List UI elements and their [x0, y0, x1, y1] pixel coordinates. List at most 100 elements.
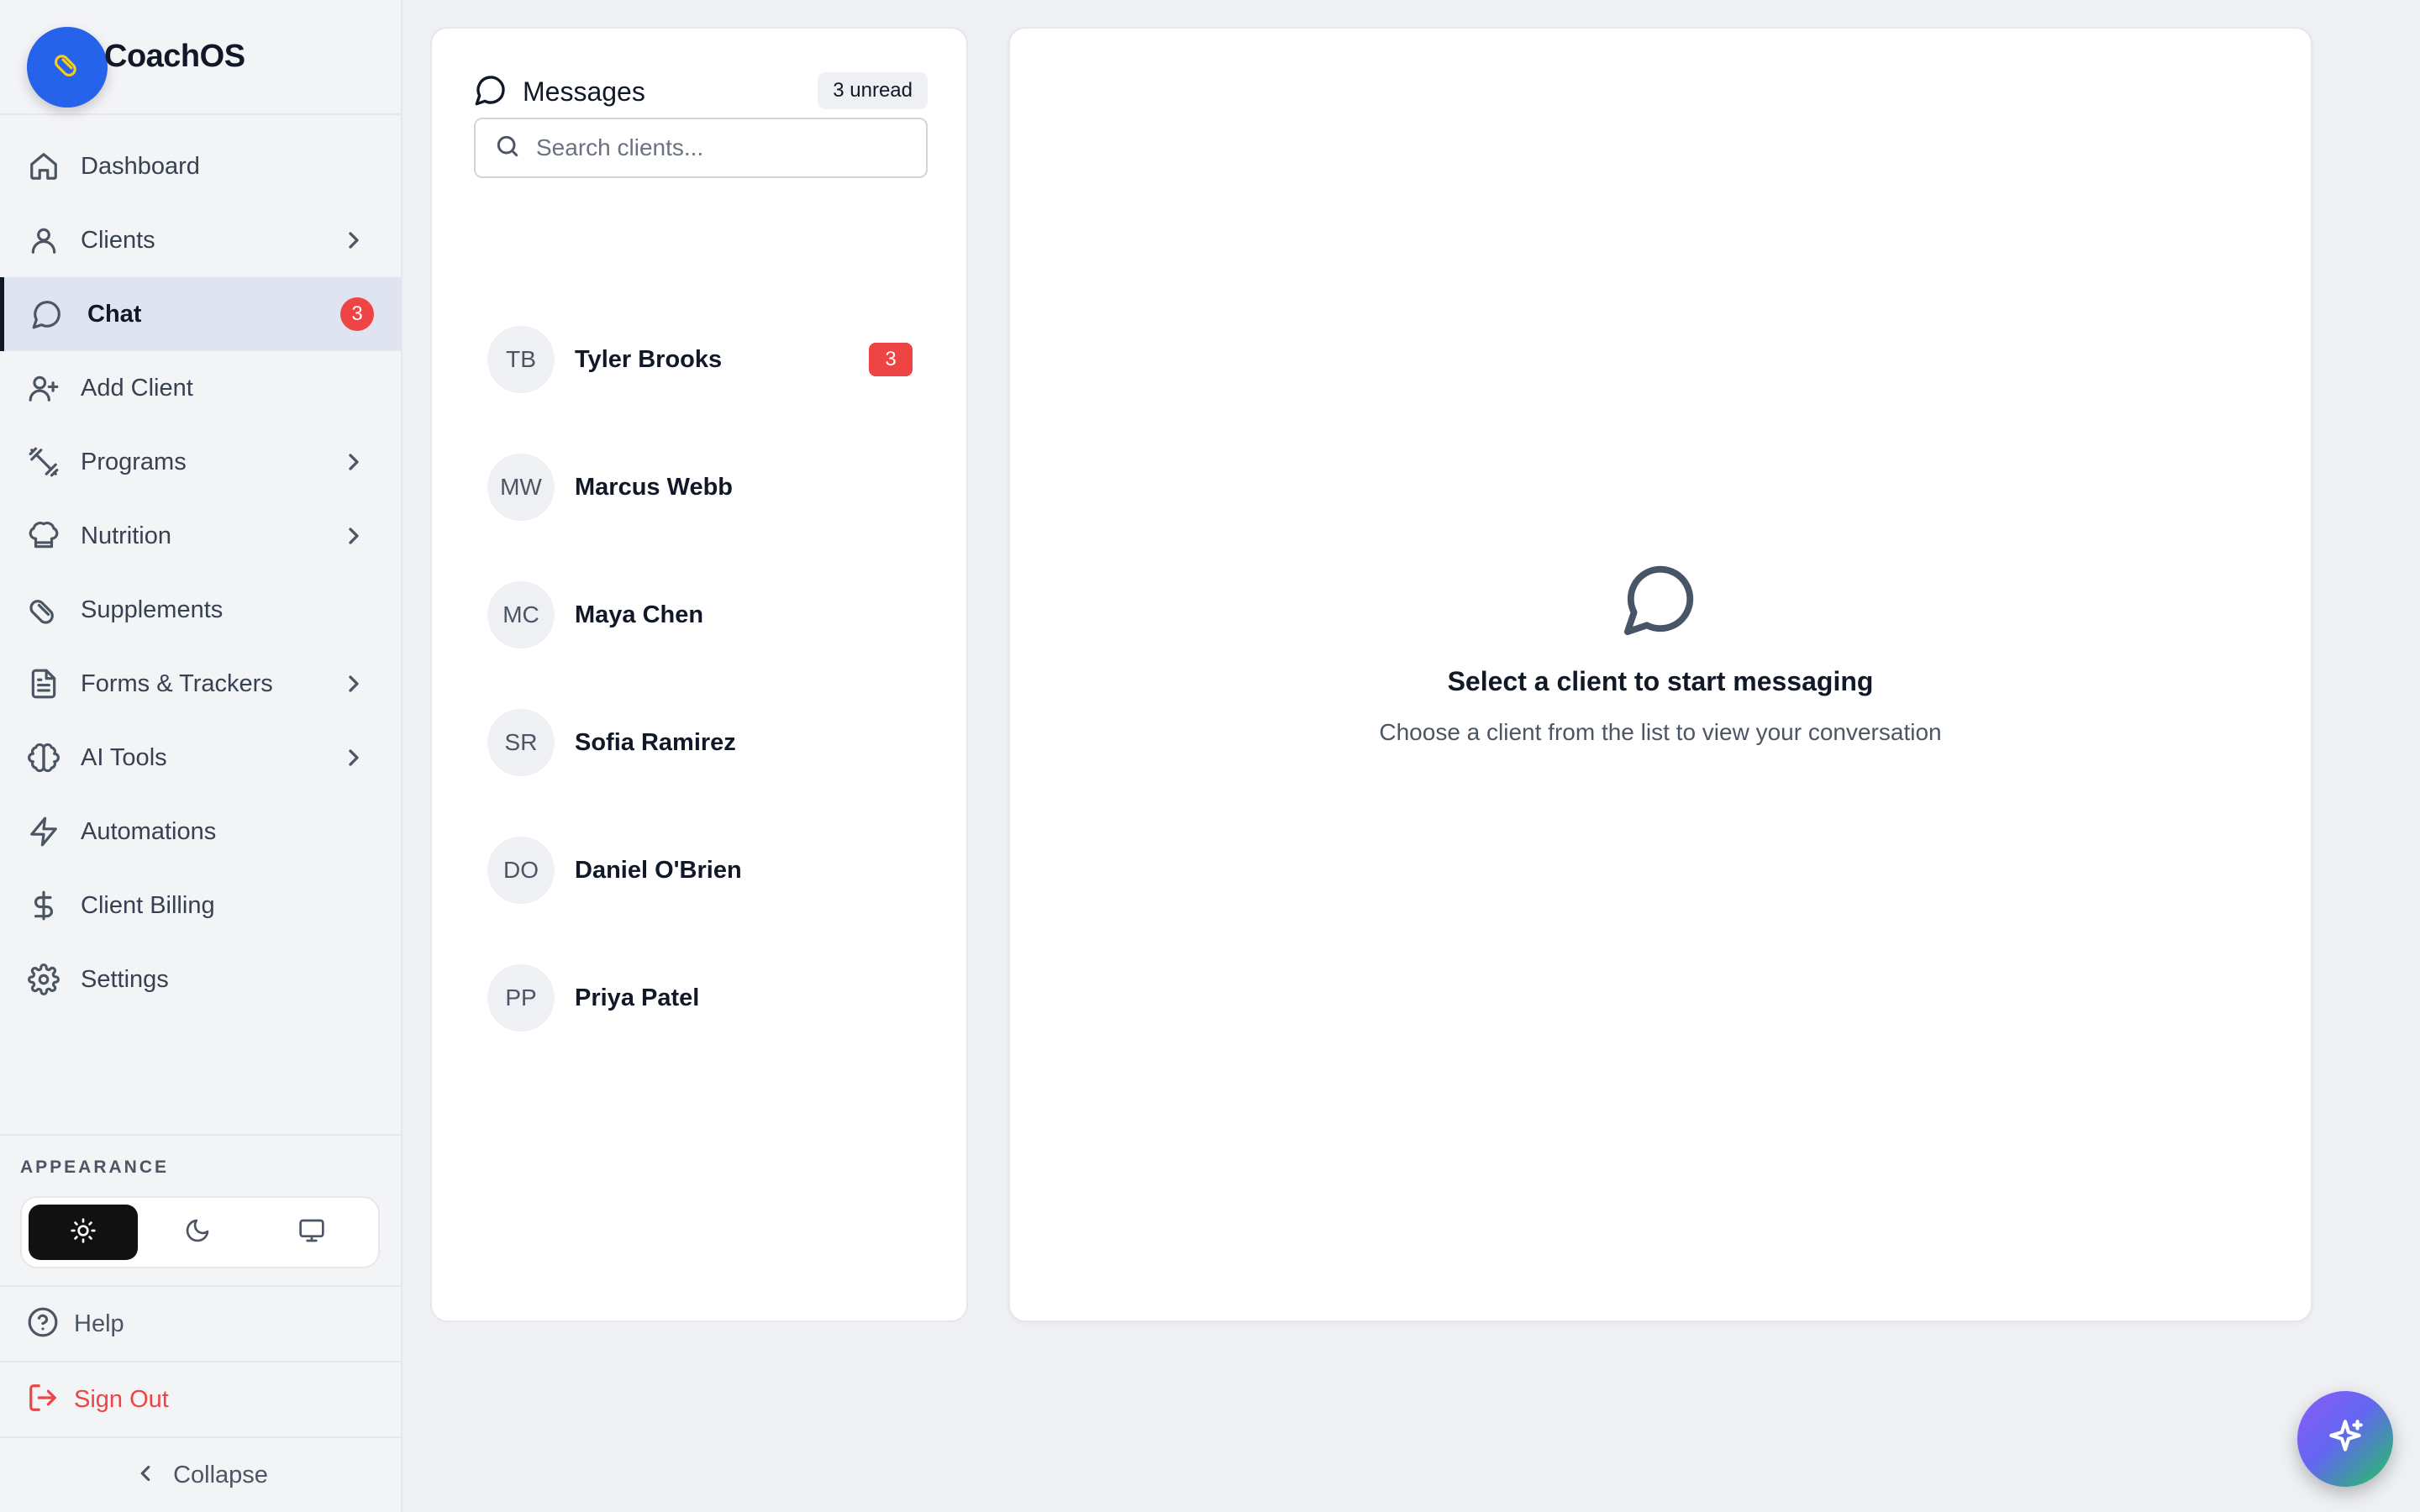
nav-item-label: Dashboard: [81, 152, 200, 180]
dollar-icon: [27, 889, 60, 922]
nav-item-label: Supplements: [81, 596, 224, 623]
search-input[interactable]: [536, 134, 906, 161]
avatar: SR: [487, 709, 555, 776]
messages-header: Messages 3 unread: [474, 71, 928, 113]
nav-item-label: Clients: [81, 226, 155, 254]
client-name: Tyler Brooks: [575, 345, 723, 373]
nav-item-label: Automations: [81, 817, 217, 845]
nav-item-label: Nutrition: [81, 522, 171, 549]
brain-icon: [27, 741, 60, 774]
avatar: TB: [487, 326, 555, 393]
client-name: Sofia Ramirez: [575, 728, 736, 756]
nav-item-automations[interactable]: Automations: [0, 795, 401, 869]
help-circle-icon: [27, 1306, 59, 1342]
user-plus-icon: [27, 371, 60, 405]
client-search: [474, 118, 928, 178]
client-name: Maya Chen: [575, 601, 704, 628]
nav-item-dashboard[interactable]: Dashboard: [0, 129, 401, 203]
ai-assistant-button[interactable]: [2297, 1391, 2393, 1487]
chevron-right-icon: [340, 744, 367, 771]
nav-item-forms-trackers[interactable]: Forms & Trackers: [0, 647, 401, 721]
sign-out-button[interactable]: Sign Out: [0, 1361, 401, 1436]
empty-state: Select a client to start messaging Choos…: [1010, 559, 2311, 746]
client-name: Priya Patel: [575, 984, 700, 1011]
chevron-right-icon: [340, 449, 367, 475]
avatar: MC: [487, 581, 555, 648]
nav-item-supplements[interactable]: Supplements: [0, 573, 401, 647]
sign-out-label: Sign Out: [74, 1385, 169, 1413]
avatar: PP: [487, 964, 555, 1032]
theme-light-button[interactable]: [29, 1205, 138, 1260]
logout-icon: [27, 1382, 59, 1418]
nav-item-nutrition[interactable]: Nutrition: [0, 499, 401, 573]
chat-icon: [1010, 559, 2311, 643]
client-row-maya-chen[interactable]: MC Maya Chen: [432, 551, 966, 679]
empty-state-subtitle: Choose a client from the list to view yo…: [1379, 719, 1942, 745]
lightning-icon: [27, 815, 60, 848]
document-icon: [27, 667, 60, 701]
client-row-sofia-ramirez[interactable]: SR Sofia Ramirez: [432, 679, 966, 806]
nav-item-programs[interactable]: Programs: [0, 425, 401, 499]
collapse-label: Collapse: [173, 1461, 268, 1488]
nav-item-label: Client Billing: [81, 891, 215, 919]
nav-item-clients[interactable]: Clients: [0, 203, 401, 277]
nav-item-settings[interactable]: Settings: [0, 942, 401, 1016]
avatar: DO: [487, 837, 555, 904]
nav-item-chat[interactable]: Chat 3: [0, 277, 401, 351]
unread-count-badge: 3 unread: [818, 72, 928, 109]
pill-icon: [27, 593, 60, 627]
client-name: Daniel O'Brien: [575, 856, 742, 884]
main-nav: Dashboard Clients Chat 3 Add Client Prog…: [0, 129, 401, 1016]
client-name: Marcus Webb: [575, 473, 734, 501]
theme-switcher: [20, 1196, 380, 1268]
client-row-daniel-obrien[interactable]: DO Daniel O'Brien: [432, 806, 966, 934]
nav-item-label: Chat: [87, 300, 142, 328]
chef-hat-icon: [27, 519, 60, 553]
avatar: MW: [487, 454, 555, 521]
messages-panel: Messages 3 unread TB Tyler Brooks 3 MW M…: [430, 27, 968, 1322]
nav-item-label: Forms & Trackers: [81, 669, 273, 697]
chat-unread-badge: 3: [340, 297, 374, 331]
nav-item-label: Settings: [81, 965, 169, 993]
moon-icon: [184, 1217, 211, 1248]
client-unread-badge: 3: [869, 343, 913, 376]
client-row-tyler-brooks[interactable]: TB Tyler Brooks 3: [432, 296, 966, 423]
dumbbell-icon: [27, 445, 60, 479]
sparkle-icon: [2324, 1416, 2366, 1462]
brand-name: CoachOS: [104, 39, 245, 74]
nav-item-ai-tools[interactable]: AI Tools: [0, 721, 401, 795]
help-link[interactable]: Help: [0, 1285, 401, 1361]
chevron-right-icon: [340, 227, 367, 254]
empty-state-title: Select a client to start messaging: [1447, 666, 1874, 696]
nav-item-label: Add Client: [81, 374, 193, 402]
client-list: TB Tyler Brooks 3 MW Marcus Webb MC Maya…: [432, 296, 966, 1062]
client-row-priya-patel[interactable]: PP Priya Patel: [432, 934, 966, 1062]
chat-icon: [30, 297, 64, 331]
monitor-icon: [298, 1217, 325, 1248]
nav-item-client-billing[interactable]: Client Billing: [0, 869, 401, 942]
nav-item-add-client[interactable]: Add Client: [0, 351, 401, 425]
home-icon: [27, 150, 60, 183]
nav-item-label: AI Tools: [81, 743, 167, 771]
sidebar: CoachOS Dashboard Clients Chat 3 Add Cli…: [0, 0, 402, 1512]
chevron-left-icon: [133, 1461, 158, 1490]
user-icon: [27, 223, 60, 257]
messages-title: Messages: [523, 76, 645, 107]
appearance-title: APPEARANCE: [20, 1158, 170, 1177]
collapse-sidebar-button[interactable]: Collapse: [0, 1436, 401, 1512]
gear-icon: [27, 963, 60, 996]
pill-icon: [53, 50, 82, 85]
client-row-marcus-webb[interactable]: MW Marcus Webb: [432, 423, 966, 551]
conversation-panel: Select a client to start messaging Choos…: [1008, 27, 2312, 1322]
nav-item-label: Programs: [81, 448, 187, 475]
brand-logo[interactable]: [27, 27, 108, 108]
chevron-right-icon: [340, 522, 367, 549]
sun-icon: [70, 1217, 97, 1248]
search-icon: [494, 133, 521, 164]
appearance-section: APPEARANCE: [0, 1134, 401, 1268]
theme-system-button[interactable]: [257, 1205, 366, 1260]
theme-dark-button[interactable]: [143, 1205, 252, 1260]
help-label: Help: [74, 1310, 124, 1337]
brand-header: CoachOS: [0, 0, 401, 115]
chat-icon: [474, 73, 508, 111]
